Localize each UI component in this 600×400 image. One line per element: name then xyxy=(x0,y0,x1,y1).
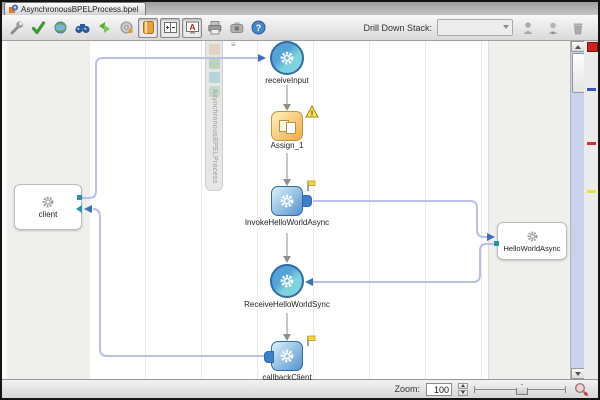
triangle-down-icon xyxy=(461,391,465,394)
split-view-toggle-button[interactable] xyxy=(160,17,180,38)
connector-arrow-icon xyxy=(76,205,82,213)
partner-gear-icon xyxy=(42,196,54,208)
gear-icon xyxy=(280,274,294,288)
partner-link-client[interactable]: client xyxy=(14,184,82,230)
activity-label: callbackClient xyxy=(262,373,312,382)
tab-bar: AsynchronousBPELProcess.bpel xyxy=(2,2,598,15)
activity-label: InvokeHelloWorldAsync xyxy=(244,218,330,227)
scroll-up-button[interactable] xyxy=(571,41,585,52)
partner-links-lane-right xyxy=(488,41,571,379)
flag-icon xyxy=(307,180,316,191)
main-toolbar: A ? Drill Down Stack: xyxy=(2,15,598,41)
book-icon xyxy=(142,21,154,34)
partner-link-label: client xyxy=(38,210,58,219)
partner-link-helloworldasync[interactable]: HelloWorldAsync xyxy=(497,222,567,260)
magnifier-icon xyxy=(574,382,588,396)
wrench-icon xyxy=(10,21,23,35)
zoom-value-input[interactable]: 100 xyxy=(426,382,452,396)
marker-blue[interactable] xyxy=(587,88,596,91)
activity-label: ReceiveHelloWorldSync xyxy=(244,300,330,309)
invoke-output-nub xyxy=(264,351,274,363)
zoom-increment-button[interactable] xyxy=(458,382,468,389)
printer-icon xyxy=(207,21,221,35)
navigate-down-button[interactable] xyxy=(543,18,563,38)
slider-thumb[interactable] xyxy=(516,384,528,395)
green-arrows-icon xyxy=(98,22,110,33)
print-button[interactable] xyxy=(204,18,224,38)
marker-yellow[interactable] xyxy=(587,190,596,193)
error-marker-margin xyxy=(584,41,598,379)
scroll-down-button[interactable] xyxy=(571,368,585,379)
binoculars-icon xyxy=(74,24,90,34)
help-icon: ? xyxy=(251,20,265,35)
activity-callbackclient[interactable] xyxy=(271,341,303,371)
collapse-handle-icon[interactable]: ≡ xyxy=(231,40,236,49)
activity-receiveinput[interactable] xyxy=(270,41,304,75)
partner-link-label: HelloWorldAsync xyxy=(503,243,561,253)
activity-receivehelloworldsync[interactable] xyxy=(270,264,304,298)
connector-point xyxy=(77,195,82,200)
monitor-toggle-button[interactable]: A xyxy=(182,17,202,38)
navigate-up-icon xyxy=(523,21,533,34)
triangle-up-icon xyxy=(461,384,465,387)
wrench-button[interactable] xyxy=(6,18,26,38)
connector-point xyxy=(494,241,499,246)
activity-assign[interactable] xyxy=(271,111,303,141)
triangle-up-icon xyxy=(575,44,581,49)
source-book-toggle-button[interactable] xyxy=(138,17,158,38)
delete-button[interactable] xyxy=(568,18,588,38)
triangle-down-icon xyxy=(575,371,581,376)
camera-icon xyxy=(229,22,243,33)
camera-button[interactable] xyxy=(226,18,246,38)
monitor-a-icon: A xyxy=(185,21,199,34)
partner-gear-icon xyxy=(526,230,538,242)
trash-icon xyxy=(573,23,583,34)
tab-asynchronousbpelprocess[interactable]: AsynchronousBPELProcess.bpel xyxy=(4,2,147,15)
diagram-work-area: AsynchronousBPELProcess ≡ client HelloWo… xyxy=(2,40,598,382)
zoom-slider[interactable] xyxy=(474,382,566,396)
help-button[interactable]: ? xyxy=(248,18,268,38)
find-button[interactable] xyxy=(72,18,92,38)
drill-down-select[interactable] xyxy=(437,19,513,36)
refresh-button[interactable] xyxy=(94,18,114,38)
overview-error-marker[interactable] xyxy=(587,42,598,52)
split-view-icon xyxy=(163,22,177,33)
svg-text:A: A xyxy=(189,22,195,32)
flag-icon xyxy=(307,335,316,346)
zoom-label: Zoom: xyxy=(394,384,420,394)
disc-icon xyxy=(120,21,133,34)
check-icon xyxy=(31,21,45,35)
bpel-file-icon xyxy=(9,4,18,13)
slider-end-cap xyxy=(565,386,566,393)
chevron-down-icon xyxy=(503,25,509,29)
svg-text:!: ! xyxy=(311,109,314,118)
warning-icon[interactable]: ! xyxy=(305,105,319,118)
gear-icon xyxy=(280,349,294,363)
gear-icon xyxy=(280,51,294,65)
drill-down-label: Drill Down Stack: xyxy=(363,22,432,33)
sync-globe-button[interactable] xyxy=(50,18,70,38)
disc-button[interactable] xyxy=(116,18,136,38)
assign-pages-icon xyxy=(278,119,296,134)
tab-title: AsynchronousBPELProcess.bpel xyxy=(21,4,139,14)
navigate-down-icon xyxy=(548,22,558,35)
vertical-scrollbar[interactable] xyxy=(570,41,585,379)
activity-invokehelloworldasync[interactable] xyxy=(271,186,303,216)
bpel-designer-window: AsynchronousBPELProcess.bpel A ? Drill D… xyxy=(0,0,600,400)
activity-label: Assign_1 xyxy=(270,141,304,150)
activity-label: receiveInput xyxy=(265,76,309,85)
validate-button[interactable] xyxy=(28,18,48,38)
svg-text:?: ? xyxy=(255,23,261,33)
zoom-spinner xyxy=(458,382,468,396)
scope-mini-icon xyxy=(208,44,220,55)
navigate-up-button[interactable] xyxy=(518,18,538,38)
marker-red[interactable] xyxy=(587,142,596,145)
gear-icon xyxy=(280,194,294,208)
scope-mini-icon xyxy=(208,58,220,69)
zoom-decrement-button[interactable] xyxy=(458,389,468,396)
zoom-fit-button[interactable] xyxy=(572,381,590,398)
globe-icon xyxy=(54,21,66,34)
invoke-output-nub xyxy=(302,195,312,207)
scope-tab-strip[interactable]: AsynchronousBPELProcess xyxy=(205,41,223,191)
